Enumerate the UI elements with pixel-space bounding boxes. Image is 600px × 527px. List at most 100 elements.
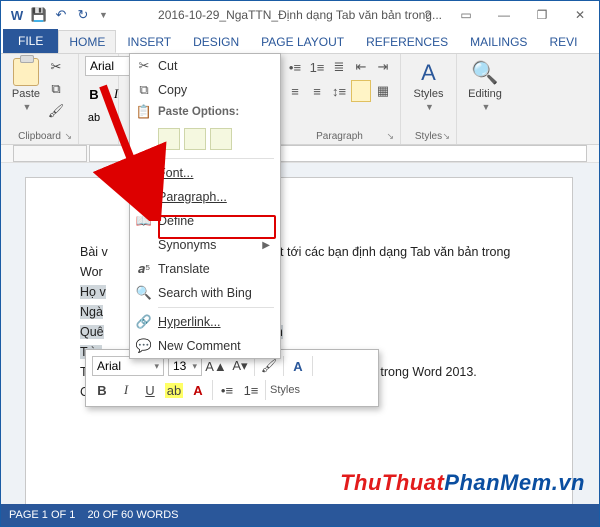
multilevel-icon[interactable]: ≣: [329, 56, 349, 78]
menu-new-comment[interactable]: 💬New Comment: [130, 334, 280, 358]
status-bar: PAGE 1 OF 1 20 OF 60 WORDS: [1, 504, 599, 526]
tab-page-layout[interactable]: PAGE LAYOUT: [250, 30, 355, 53]
menu-copy[interactable]: ⧉Copy: [130, 78, 280, 102]
menu-search-bing[interactable]: 🔍Search with Bing: [130, 281, 280, 305]
horizontal-ruler[interactable]: [1, 145, 599, 163]
cut-icon[interactable]: ✂: [47, 58, 65, 76]
menu-cut[interactable]: ✂Cut: [130, 54, 280, 78]
tab-insert[interactable]: INSERT: [116, 30, 182, 53]
center-icon[interactable]: ≡: [307, 80, 327, 102]
chevron-right-icon: ▶: [262, 240, 270, 251]
mini-bullets-icon[interactable]: •≡: [217, 379, 237, 401]
save-icon[interactable]: 💾: [31, 7, 47, 23]
hyperlink-icon: 🔗: [130, 314, 158, 330]
mini-underline[interactable]: U: [140, 379, 160, 401]
tab-mailings[interactable]: MAILINGS: [459, 30, 538, 53]
help-icon[interactable]: ?: [413, 5, 443, 25]
menu-hyperlink[interactable]: 🔗Hyperlink...: [130, 310, 280, 334]
undo-icon[interactable]: ↶: [53, 7, 69, 23]
menu-translate[interactable]: 𝒂⁵Translate: [130, 257, 280, 281]
styles-icon: A: [421, 60, 436, 86]
mini-font-combo[interactable]: Arial▾: [92, 356, 164, 376]
menu-font[interactable]: AFont...: [130, 161, 280, 185]
italic-button[interactable]: I: [107, 84, 125, 104]
chevron-down-icon: ▼: [23, 102, 32, 112]
tab-design[interactable]: DESIGN: [182, 30, 250, 53]
search-icon: 🔍: [130, 285, 158, 301]
bold-button[interactable]: B: [85, 84, 103, 104]
window-controls: ? ▭ — ❐ ✕: [413, 5, 595, 25]
group-label-font: [85, 140, 112, 144]
line-spacing-icon[interactable]: ↕≡: [329, 80, 349, 102]
borders-icon[interactable]: ▦: [373, 80, 393, 102]
editing-button[interactable]: 🔍 Editing ▼: [463, 56, 507, 112]
document-area: Bài vii tiết tới các bạn định dạng Tab v…: [1, 163, 599, 504]
tab-home[interactable]: HOME: [58, 30, 116, 53]
mini-numbering-icon[interactable]: 1≡: [241, 379, 261, 401]
mini-styles-icon[interactable]: A: [288, 355, 308, 377]
menu-paste-options-header: 📋Paste Options:: [130, 102, 280, 122]
qat-dropdown-icon[interactable]: ▼: [99, 10, 108, 20]
group-font: Arial B I ab: [79, 54, 119, 144]
group-label-paragraph: Paragraph↘: [285, 129, 394, 144]
word-window: W 💾 ↶ ↻ ▼ 2016-10-29_NgaTTN_Định dạng Ta…: [0, 0, 600, 527]
paste-text-only-icon[interactable]: [210, 128, 232, 150]
ribbon-display-icon[interactable]: ▭: [451, 5, 481, 25]
find-icon: 🔍: [471, 60, 498, 86]
quick-access-toolbar: W 💾 ↶ ↻ ▼: [5, 7, 108, 23]
mini-size-combo[interactable]: 13▾: [168, 356, 202, 376]
group-label-styles: Styles↘: [407, 129, 450, 144]
status-word-count[interactable]: 20 OF 60 WORDS: [87, 509, 178, 521]
increase-indent-icon[interactable]: ⇥: [373, 56, 393, 78]
shading-icon[interactable]: [351, 80, 371, 102]
menu-synonyms[interactable]: Synonyms▶: [130, 233, 280, 257]
document-page[interactable]: Bài vii tiết tới các bạn định dạng Tab v…: [25, 177, 573, 504]
comment-icon: 💬: [130, 338, 158, 354]
redo-icon[interactable]: ↻: [75, 7, 91, 23]
minimize-icon[interactable]: —: [489, 5, 519, 25]
chevron-down-icon: ▼: [425, 102, 434, 112]
paste-label: Paste: [12, 88, 40, 100]
dialog-launcher-icon[interactable]: ↘: [386, 131, 394, 142]
format-painter-icon[interactable]: 🖌: [47, 102, 65, 120]
ribbon: Paste ▼ ✂ ⧉ 🖌 Clipboard↘ Arial B I: [1, 53, 599, 145]
group-editing: 🔍 Editing ▼: [457, 54, 513, 144]
word-app-icon: W: [9, 7, 25, 23]
align-left-icon[interactable]: ≡: [285, 80, 305, 102]
ribbon-tabs: FILE HOME INSERT DESIGN PAGE LAYOUT REFE…: [1, 29, 599, 53]
paragraph-icon: ≡¶: [130, 190, 158, 205]
mini-font-color-icon[interactable]: A: [188, 379, 208, 401]
paste-merge-icon[interactable]: [184, 128, 206, 150]
mini-styles-label[interactable]: Styles: [270, 384, 300, 396]
dialog-launcher-icon[interactable]: ↘: [442, 131, 450, 142]
mini-italic[interactable]: I: [116, 379, 136, 401]
bullets-icon[interactable]: •≡: [285, 56, 305, 78]
doc-text: Quê: [80, 325, 104, 339]
paste-button[interactable]: Paste ▼: [7, 56, 45, 112]
tab-file[interactable]: FILE: [3, 29, 58, 53]
paste-icon: [13, 58, 39, 86]
doc-text: Họ v: [80, 285, 106, 299]
copy-icon[interactable]: ⧉: [47, 80, 65, 98]
font-icon: A: [130, 166, 158, 181]
text-effects-button[interactable]: ab: [85, 108, 103, 128]
status-page[interactable]: PAGE 1 OF 1: [9, 509, 75, 521]
mini-highlight-icon[interactable]: ab: [164, 379, 184, 401]
paste-keep-source-icon[interactable]: [158, 128, 180, 150]
group-paragraph: •≡ 1≡ ≣ ⇤ ⇥ ≡ ≡ ↕≡ ▦ Paragraph↘: [279, 54, 401, 144]
menu-define[interactable]: 📖Define: [130, 209, 280, 233]
tab-references[interactable]: REFERENCES: [355, 30, 459, 53]
menu-paragraph[interactable]: ≡¶Paragraph...: [130, 185, 280, 209]
doc-text: ii tiết tới các bạn định dạng Tab văn bả…: [258, 245, 511, 259]
group-styles: A Styles ▼ Styles↘: [401, 54, 457, 144]
close-icon[interactable]: ✕: [565, 5, 595, 25]
tab-review[interactable]: REVI: [538, 30, 588, 53]
decrease-indent-icon[interactable]: ⇤: [351, 56, 371, 78]
mini-bold[interactable]: B: [92, 379, 112, 401]
numbering-icon[interactable]: 1≡: [307, 56, 327, 78]
separator: [158, 307, 274, 308]
copy-icon: ⧉: [130, 82, 158, 98]
dialog-launcher-icon[interactable]: ↘: [64, 131, 72, 142]
styles-button[interactable]: A Styles ▼: [407, 56, 450, 112]
restore-icon[interactable]: ❐: [527, 5, 557, 25]
